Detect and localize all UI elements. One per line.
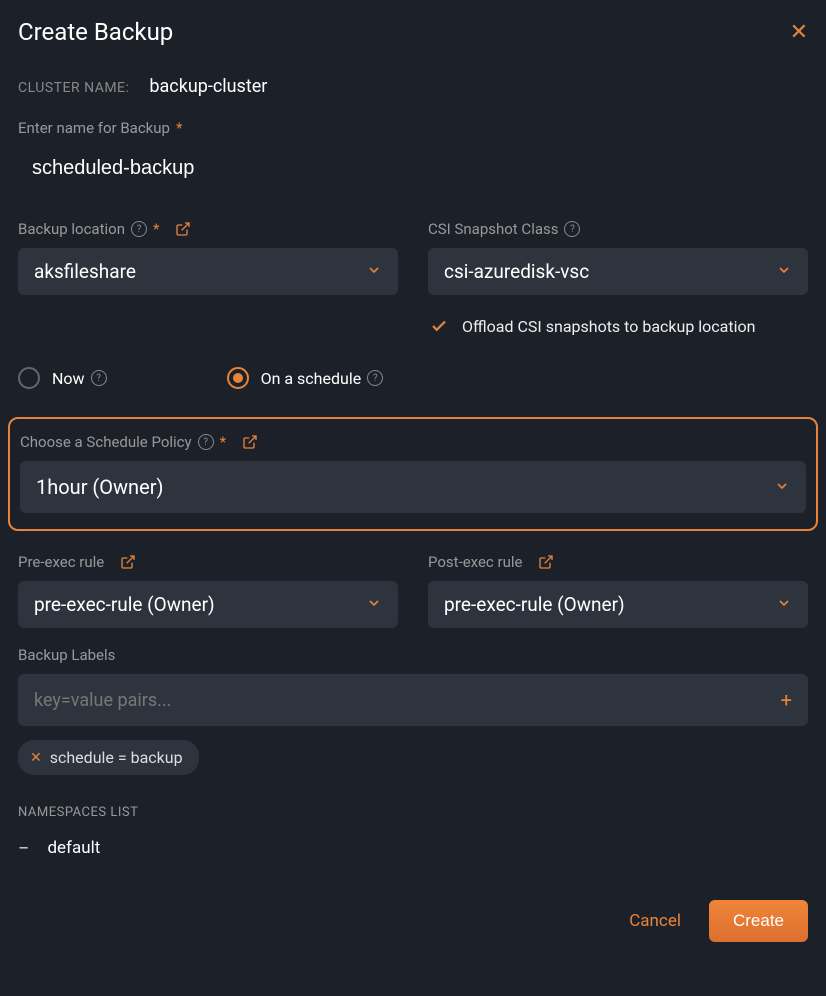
post-exec-select[interactable]: pre-exec-rule (Owner) — [428, 581, 808, 628]
schedule-policy-label: Choose a Schedule Policy — [20, 433, 192, 451]
namespace-name: default — [47, 838, 100, 858]
radio-schedule[interactable]: On a schedule ? — [227, 367, 384, 389]
backup-location-value: aksfileshare — [34, 260, 136, 283]
help-icon[interactable]: ? — [198, 434, 214, 450]
csi-snapshot-label: CSI Snapshot Class — [428, 220, 558, 238]
namespace-item[interactable]: − default — [18, 836, 808, 860]
remove-tag-icon[interactable]: ✕ — [30, 750, 42, 766]
external-link-icon[interactable] — [120, 554, 136, 570]
offload-checkbox[interactable] — [428, 315, 450, 337]
chevron-down-icon — [774, 475, 790, 499]
backup-labels-label: Backup Labels — [18, 646, 115, 664]
radio-now[interactable]: Now ? — [18, 367, 107, 389]
cluster-name-value: backup-cluster — [149, 76, 267, 97]
modal-title: Create Backup — [18, 18, 173, 46]
backup-name-input[interactable] — [18, 147, 808, 190]
chevron-down-icon — [776, 593, 792, 616]
chevron-down-icon — [366, 593, 382, 616]
pre-exec-select[interactable]: pre-exec-rule (Owner) — [18, 581, 398, 628]
cluster-name-label: CLUSTER NAME: — [18, 80, 129, 96]
radio-schedule-label: On a schedule — [261, 369, 362, 388]
tag-text: schedule = backup — [50, 748, 183, 767]
pre-exec-value: pre-exec-rule (Owner) — [34, 593, 215, 616]
help-icon[interactable]: ? — [131, 221, 147, 237]
label-tag: ✕ schedule = backup — [18, 740, 199, 775]
external-link-icon[interactable] — [538, 554, 554, 570]
chevron-down-icon — [366, 260, 382, 283]
radio-indicator — [18, 367, 40, 389]
schedule-policy-select[interactable]: 1hour (Owner) — [20, 461, 806, 513]
help-icon[interactable]: ? — [367, 370, 383, 386]
radio-now-label: Now — [52, 369, 85, 388]
help-icon[interactable]: ? — [91, 370, 107, 386]
csi-snapshot-select[interactable]: csi-azuredisk-vsc — [428, 248, 808, 295]
offload-label: Offload CSI snapshots to backup location — [462, 317, 755, 336]
close-icon[interactable]: ✕ — [790, 20, 808, 45]
backup-name-label: Enter name for Backup — [18, 119, 170, 137]
backup-location-select[interactable]: aksfileshare — [18, 248, 398, 295]
labels-placeholder: key=value pairs... — [34, 690, 171, 711]
required-asterisk: * — [153, 220, 159, 238]
chevron-down-icon — [776, 260, 792, 283]
post-exec-value: pre-exec-rule (Owner) — [444, 593, 625, 616]
create-button[interactable]: Create — [709, 900, 808, 942]
help-icon[interactable]: ? — [564, 221, 580, 237]
required-asterisk: * — [220, 433, 226, 451]
labels-input[interactable]: key=value pairs... + — [18, 674, 808, 726]
external-link-icon[interactable] — [175, 221, 191, 237]
cancel-button[interactable]: Cancel — [629, 911, 681, 931]
post-exec-label: Post-exec rule — [428, 553, 522, 571]
namespaces-list-label: NAMESPACES LIST — [18, 805, 808, 820]
required-asterisk: * — [176, 119, 182, 137]
plus-icon[interactable]: + — [781, 688, 792, 712]
csi-snapshot-value: csi-azuredisk-vsc — [444, 260, 589, 283]
backup-location-label: Backup location — [18, 220, 125, 238]
radio-indicator — [227, 367, 249, 389]
schedule-policy-value: 1hour (Owner) — [36, 475, 163, 499]
minus-icon[interactable]: − — [18, 836, 29, 860]
pre-exec-label: Pre-exec rule — [18, 553, 104, 571]
external-link-icon[interactable] — [242, 434, 258, 450]
